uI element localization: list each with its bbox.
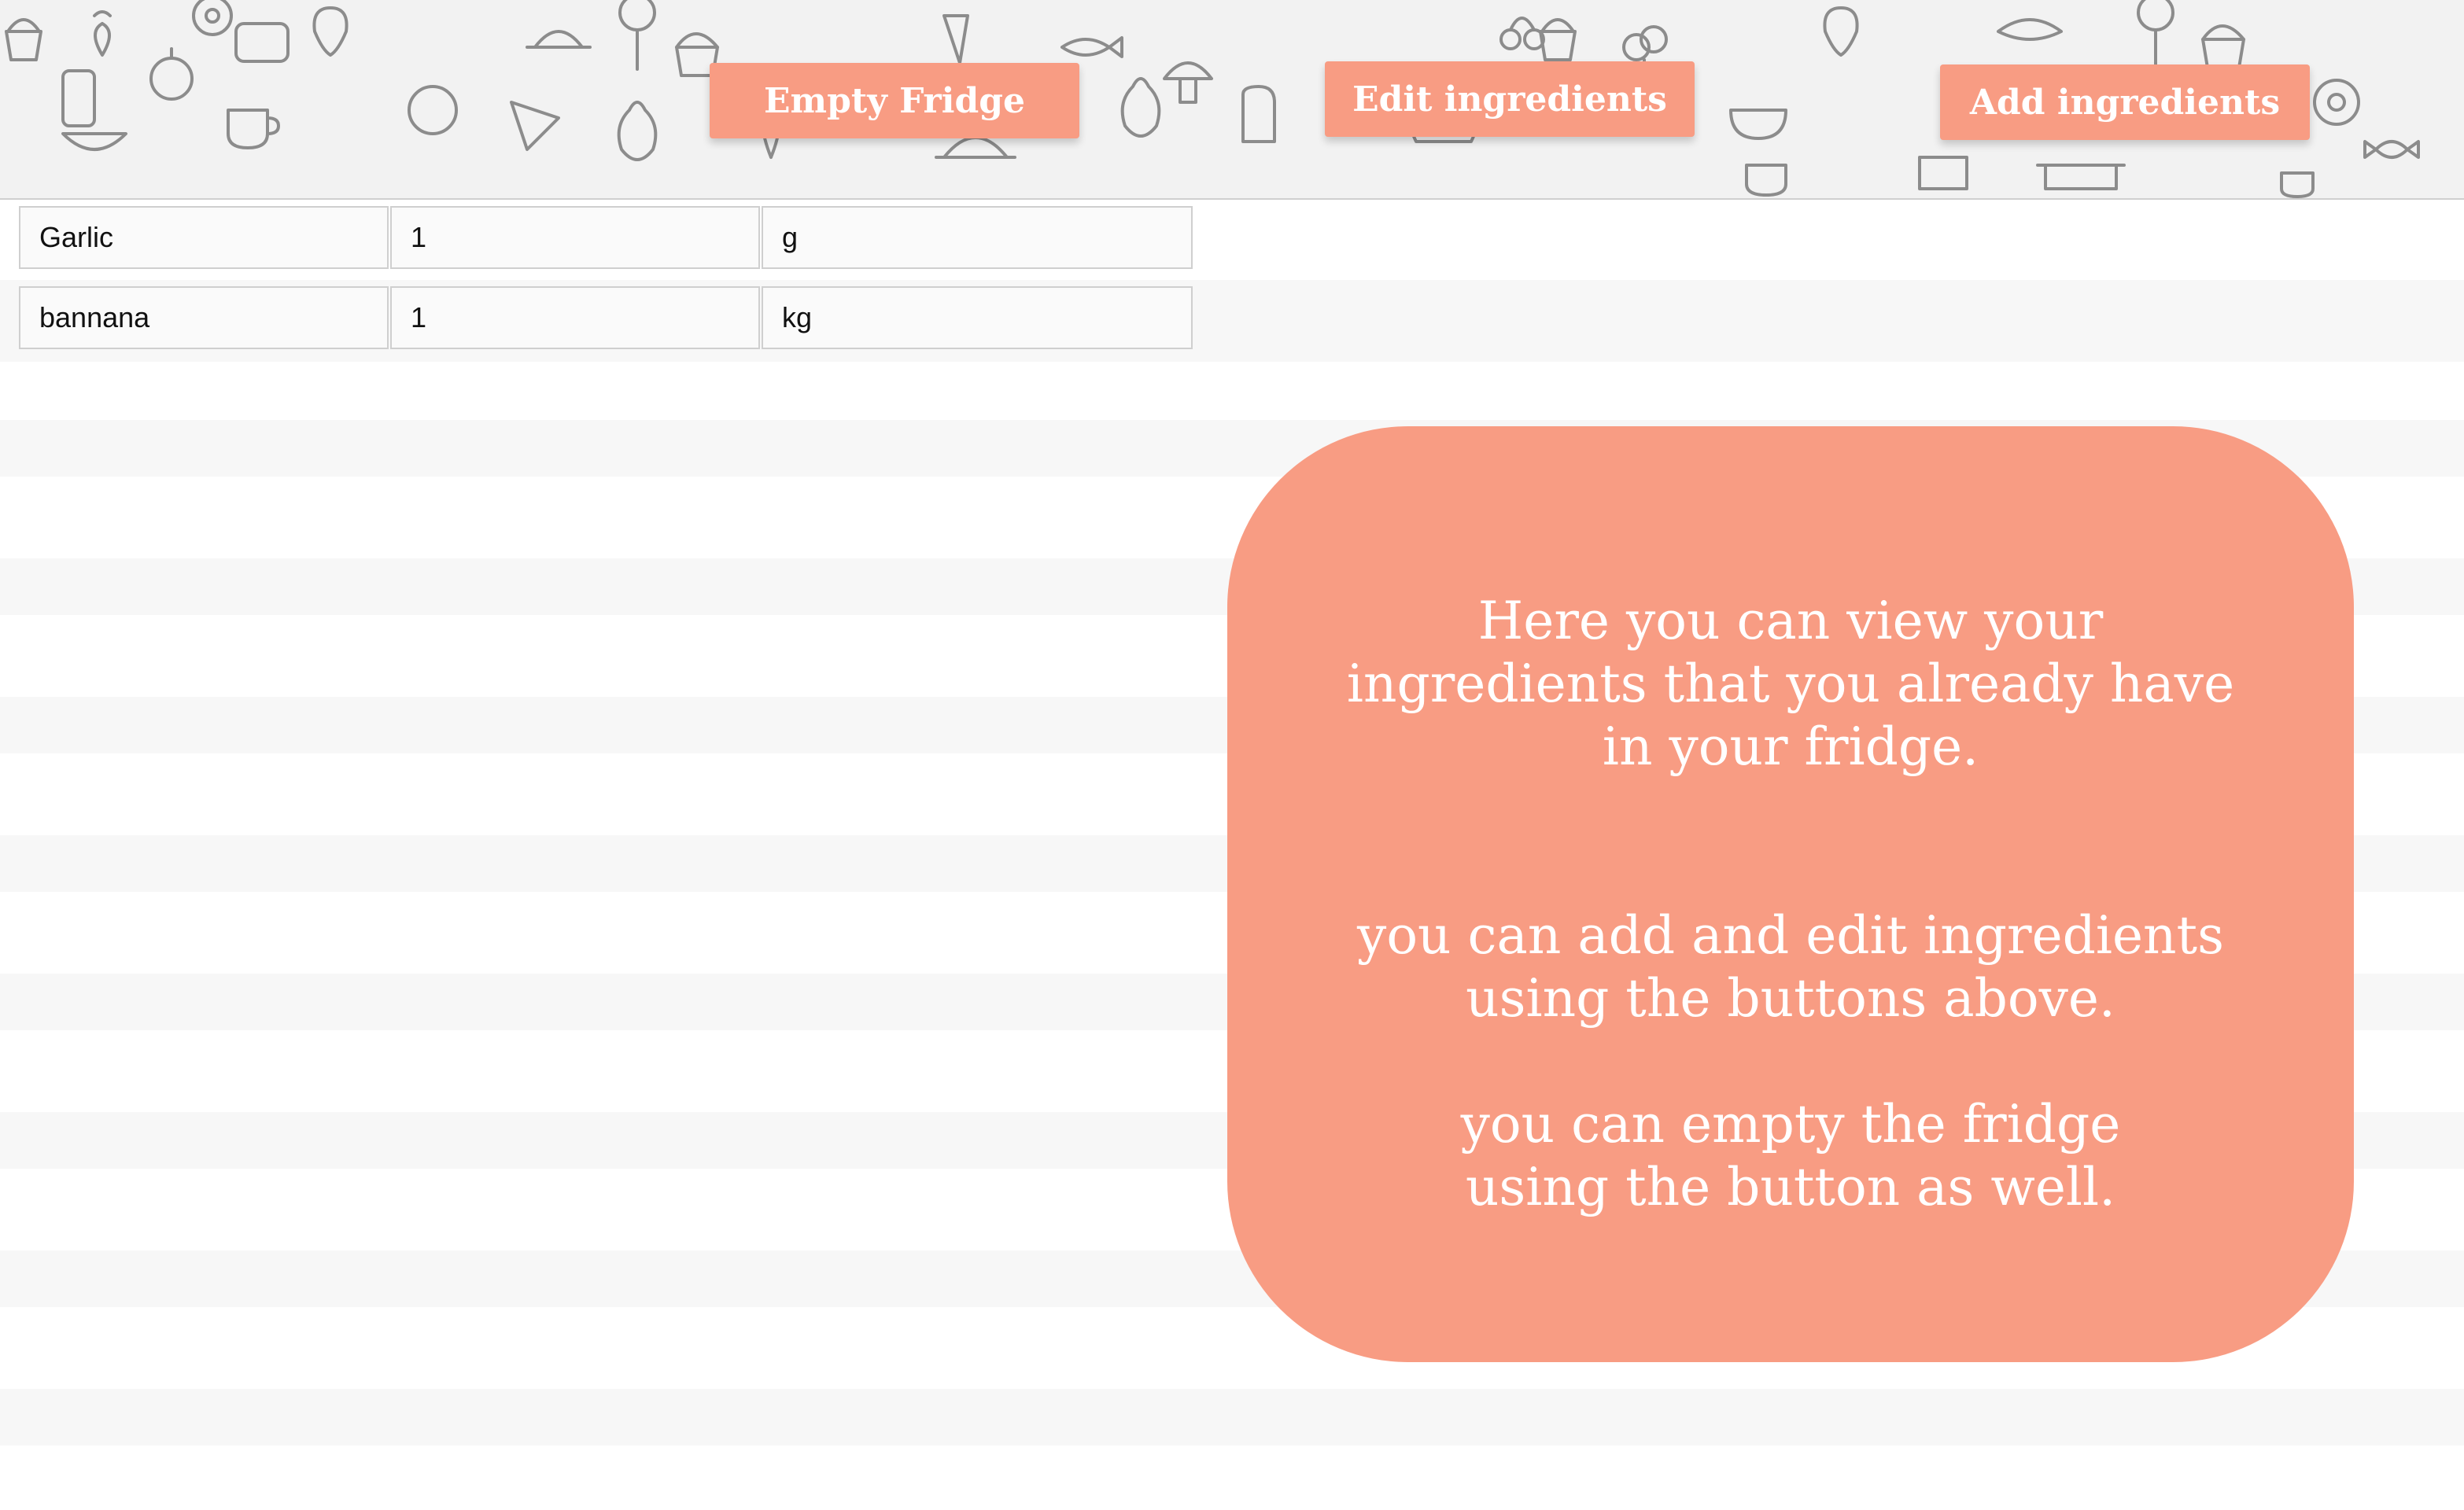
ingredient-unit-cell[interactable]: kg — [762, 286, 1193, 349]
ingredient-unit-cell[interactable]: g — [762, 206, 1193, 269]
table-row: bannana 1 kg — [19, 286, 1196, 352]
ingredient-quantity-cell[interactable]: 1 — [390, 286, 760, 349]
ingredient-quantity-cell[interactable]: 1 — [390, 206, 760, 269]
ingredient-name-cell[interactable]: bannana — [19, 286, 389, 349]
info-text-add-edit: you can add and edit ingredients using t… — [1357, 905, 2224, 1029]
info-bubble: Here you can view your ingredients that … — [1227, 426, 2354, 1362]
table-row: Garlic 1 g — [19, 206, 1196, 272]
info-text-empty: you can empty the fridge using the butto… — [1460, 1094, 2121, 1217]
edit-ingredients-button[interactable]: Edit ingredients — [1325, 61, 1695, 137]
ingredients-table: Garlic 1 g bannana 1 kg — [19, 206, 1196, 366]
empty-fridge-button[interactable]: Empty Fridge — [710, 63, 1079, 138]
info-text-view: Here you can view your ingredients that … — [1346, 591, 2235, 777]
ingredient-name-cell[interactable]: Garlic — [19, 206, 389, 269]
add-ingredients-button[interactable]: Add ingredients — [1940, 64, 2310, 140]
header-banner: Empty Fridge Edit ingredients Add ingred… — [0, 0, 2464, 200]
